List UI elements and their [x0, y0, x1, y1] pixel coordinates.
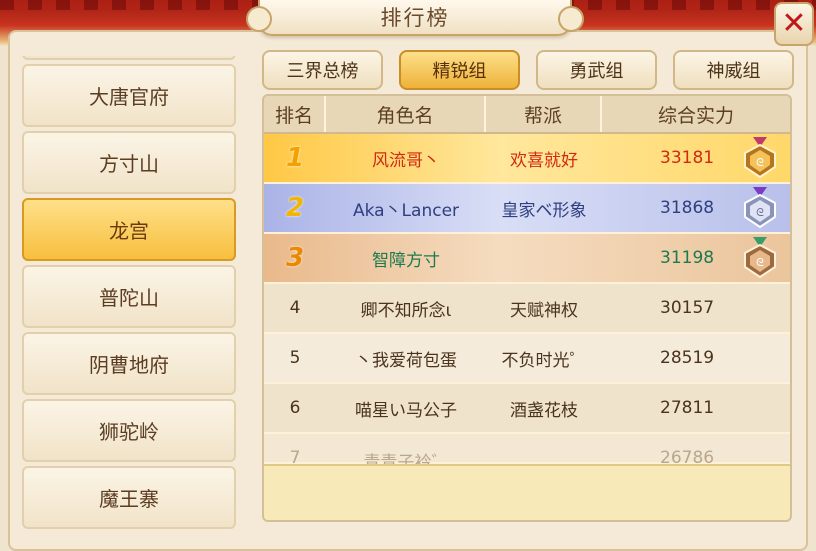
name-cell: 卿不知所念ι [360, 300, 452, 321]
rank-cell: 6 [289, 398, 301, 418]
ranking-content: 三界总榜 精锐组 勇武组 神威组 排名 角色名 帮派 综合实力 1 风流哥丶 欢… [262, 50, 794, 524]
rank-cell: 1 [285, 143, 305, 173]
tab-label: 神威组 [706, 61, 761, 82]
header-rank: 排名 [264, 96, 326, 132]
guild-cell: 皇家ベ形象 [501, 200, 587, 221]
gold-medal-icon: ᘓ [744, 137, 776, 179]
name-cell: 智障方寸 [372, 250, 440, 271]
rank-cell: 5 [289, 348, 301, 368]
rank-cell: 2 [285, 193, 305, 223]
sidebar-item-label: 狮驼岭 [99, 420, 159, 444]
tab-overall[interactable]: 三界总榜 [262, 50, 383, 90]
guild-cell: 不负时光゜ [501, 350, 587, 371]
name-cell: 喵星い马公子 [355, 400, 457, 421]
table-row[interactable]: 2 Aka丶Lancer 皇家ベ形象 31868 ᘓ [264, 184, 790, 234]
power-cell: 30157 [660, 298, 715, 318]
page-title: 排行榜 [380, 6, 450, 30]
tab-mighty[interactable]: 神威组 [673, 50, 794, 90]
power-cell: 27811 [660, 398, 715, 418]
table-row[interactable]: 1 风流哥丶 欢喜就好 33181 ᘓ [264, 134, 790, 184]
sidebar-item-label: 魔王寨 [99, 487, 159, 511]
sidebar-item-label: 方寸山 [99, 152, 159, 176]
self-rank-box [264, 464, 790, 520]
table-header: 排名 角色名 帮派 综合实力 [264, 96, 790, 134]
sidebar-item-label: 大唐官府 [89, 85, 169, 109]
sidebar-item-fangcun[interactable]: 方寸山 [22, 131, 236, 194]
title-plate: 排行榜 [246, 0, 584, 36]
header-name: 角色名 [326, 96, 486, 132]
table-row[interactable]: 6 喵星い马公子 酒盏花枝 27811 [264, 384, 790, 434]
table-row[interactable]: 4 卿不知所念ι 天赋神权 30157 [264, 284, 790, 334]
sidebar-item-datang[interactable]: 大唐官府 [22, 64, 236, 127]
sidebar-item-shituo[interactable]: 狮驼岭 [22, 399, 236, 462]
name-cell: 风流哥丶 [372, 150, 440, 171]
close-button[interactable]: ✕ [774, 2, 814, 46]
guild-cell: 酒盏花枝 [510, 400, 578, 421]
bronze-medal-icon: ᘓ [744, 237, 776, 279]
svg-text:ᘓ: ᘓ [756, 156, 764, 169]
sidebar-item-longgong[interactable]: 龙宫 [22, 198, 236, 261]
sidebar-item-label: 阴曹地府 [89, 353, 169, 377]
tab-elite[interactable]: 精锐组 [399, 50, 520, 90]
guild-cell: 天赋神权 [510, 300, 578, 321]
tab-label: 三界总榜 [286, 61, 359, 82]
guild-cell: 欢喜就好 [510, 150, 578, 171]
close-icon: ✕ [781, 6, 807, 41]
header-guild: 帮派 [486, 96, 602, 132]
svg-text:ᘓ: ᘓ [756, 206, 764, 219]
silver-medal-icon: ᘓ [744, 187, 776, 229]
sidebar-item-difu[interactable]: 阴曹地府 [22, 332, 236, 395]
table-row[interactable]: 7 青青子衿゛ 26786 [264, 434, 790, 473]
sidebar-item-partial[interactable] [22, 56, 236, 60]
sidebar-item-mowang[interactable]: 魔王寨 [22, 466, 236, 529]
header-power: 综合实力 [657, 104, 734, 127]
name-cell: Aka丶Lancer [352, 200, 460, 221]
tab-brave[interactable]: 勇武组 [536, 50, 657, 90]
group-tabs: 三界总榜 精锐组 勇武组 神威组 [262, 50, 794, 90]
table-row[interactable]: 5 丶我爱荷包蛋 不负时光゜ 28519 [264, 334, 790, 384]
rank-cell: 3 [285, 243, 305, 273]
name-cell: 丶我爱荷包蛋 [355, 350, 457, 371]
sidebar-item-label: 龙宫 [109, 219, 149, 243]
rank-cell: 4 [289, 298, 301, 318]
svg-text:ᘓ: ᘓ [756, 256, 764, 269]
tab-label: 勇武组 [569, 61, 624, 82]
sidebar-item-label: 普陀山 [99, 286, 159, 310]
table-row[interactable]: 3 智障方寸 31198 ᘓ [264, 234, 790, 284]
sidebar-item-putuo[interactable]: 普陀山 [22, 265, 236, 328]
ranking-table: 排名 角色名 帮派 综合实力 1 风流哥丶 欢喜就好 33181 ᘓ 2 Aka… [262, 94, 792, 522]
school-sidebar: 大唐官府 方寸山 龙宫 普陀山 阴曹地府 狮驼岭 魔王寨 [22, 56, 238, 538]
tab-label: 精锐组 [432, 61, 487, 82]
power-cell: 28519 [660, 348, 715, 368]
